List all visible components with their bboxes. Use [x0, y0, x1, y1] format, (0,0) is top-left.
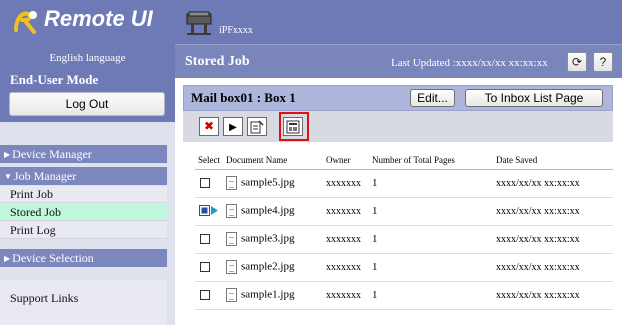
nav-device-manager[interactable]: ▶ Device Manager: [0, 145, 167, 163]
file-icon: [226, 204, 237, 218]
col-document-name: Document Name: [223, 152, 323, 170]
refresh-button[interactable]: ⟳: [567, 52, 587, 72]
owner: xxxxxxx: [323, 253, 369, 282]
table-header-row: Select Document Name Owner Number of Tot…: [195, 152, 613, 170]
toolbar: ✖ ▶: [183, 111, 613, 142]
printer-icon: [186, 11, 212, 35]
remote-ui-logo-icon: [14, 11, 37, 34]
print-icon: ▶: [229, 122, 237, 133]
col-total-pages: Number of Total Pages: [369, 152, 493, 170]
owner: xxxxxxx: [323, 281, 369, 310]
nav-job-manager[interactable]: ▼ Job Manager: [0, 167, 167, 185]
mode-block: End-User Mode Log Out: [0, 68, 175, 122]
total-pages: 1: [369, 197, 493, 226]
row-checkbox[interactable]: [200, 234, 210, 245]
sidebar-item-print-job[interactable]: Print Job: [0, 186, 167, 203]
last-updated: Last Updated :xxxx/xx/xx xx:xx:xx: [391, 57, 548, 69]
document-name[interactable]: sample1.jpg: [241, 289, 294, 301]
edit-button[interactable]: Edit...: [410, 89, 455, 107]
date-saved: xxxx/xx/xx xx:xx:xx: [493, 253, 613, 282]
title-bar: Stored Job Last Updated :xxxx/xx/xx xx:x…: [175, 44, 622, 78]
top-bar: iPFxxxx: [175, 0, 622, 44]
table-row[interactable]: sample1.jpg xxxxxxx 1 xxxx/xx/xx xx:xx:x…: [195, 281, 613, 310]
page-title: Stored Job: [185, 54, 250, 69]
nav-job-manager-label: Job Manager: [13, 169, 77, 183]
owner: xxxxxxx: [323, 197, 369, 226]
table-row[interactable]: sample4.jpg xxxxxxx 1 xxxx/xx/xx xx:xx:x…: [195, 197, 613, 226]
file-icon: [226, 232, 237, 246]
col-owner: Owner: [323, 152, 369, 170]
date-saved: xxxx/xx/xx xx:xx:xx: [493, 281, 613, 310]
total-pages: 1: [369, 281, 493, 310]
row-checkbox[interactable]: [200, 178, 210, 189]
delete-button[interactable]: ✖: [199, 117, 219, 136]
document-name[interactable]: sample3.jpg: [241, 233, 294, 245]
table-row[interactable]: sample3.jpg xxxxxxx 1 xxxx/xx/xx xx:xx:x…: [195, 225, 613, 254]
highlight-frame: [279, 112, 309, 141]
owner: xxxxxxx: [323, 169, 369, 198]
date-saved: xxxx/xx/xx xx:xx:xx: [493, 225, 613, 254]
table-row[interactable]: sample2.jpg xxxxxxx 1 xxxx/xx/xx xx:xx:x…: [195, 253, 613, 282]
printer-name: iPFxxxx: [219, 25, 253, 36]
print-button[interactable]: ▶: [223, 117, 243, 136]
row-checkbox[interactable]: [200, 262, 210, 273]
document-name[interactable]: sample2.jpg: [241, 261, 294, 273]
box-header: Mail box01 : Box 1 Edit... To Inbox List…: [183, 85, 613, 111]
owner: xxxxxxx: [323, 225, 369, 254]
triangle-right-icon: ▶: [4, 150, 11, 159]
triangle-down-icon: ▼: [4, 172, 12, 181]
to-inbox-list-button[interactable]: To Inbox List Page: [465, 89, 603, 107]
support-area: Support Links: [0, 280, 167, 325]
col-select: Select: [195, 152, 223, 170]
edit-details-button[interactable]: [247, 117, 267, 136]
logout-button[interactable]: Log Out: [9, 92, 165, 116]
triangle-right-icon: ▶: [4, 254, 11, 263]
document-name[interactable]: sample4.jpg: [241, 205, 294, 217]
date-saved: xxxx/xx/xx xx:xx:xx: [493, 197, 613, 226]
nav-device-manager-label: Device Manager: [12, 147, 92, 161]
nav-device-selection-label: Device Selection: [12, 251, 94, 265]
sidebar-item-stored-job[interactable]: Stored Job: [0, 204, 167, 221]
col-date-saved: Date Saved: [493, 152, 613, 170]
date-saved: xxxx/xx/xx xx:xx:xx: [493, 169, 613, 198]
refresh-icon: ⟳: [571, 55, 583, 69]
file-icon: [226, 288, 237, 302]
logo-bar: Remote UI: [0, 0, 175, 44]
file-icon: [226, 176, 237, 190]
file-icon: [226, 260, 237, 274]
total-pages: 1: [369, 169, 493, 198]
sidebar: Remote UI English language End-User Mode…: [0, 0, 175, 325]
help-button[interactable]: ?: [593, 52, 613, 72]
nav-device-selection[interactable]: ▶ Device Selection: [0, 249, 167, 267]
total-pages: 1: [369, 253, 493, 282]
row-checkbox[interactable]: [200, 290, 210, 301]
selected-indicator-icon[interactable]: [199, 205, 219, 217]
table-row[interactable]: sample5.jpg xxxxxxx 1 xxxx/xx/xx xx:xx:x…: [195, 169, 613, 198]
document-name[interactable]: sample5.jpg: [241, 177, 294, 189]
document-table: Select Document Name Owner Number of Tot…: [195, 152, 613, 310]
total-pages: 1: [369, 225, 493, 254]
delete-icon: ✖: [203, 119, 215, 133]
language-link[interactable]: English language: [0, 44, 175, 68]
box-title: Mail box01 : Box 1: [191, 90, 296, 105]
mode-label: End-User Mode: [10, 72, 99, 87]
edit-details-icon: [250, 120, 264, 134]
sidebar-item-print-log[interactable]: Print Log: [0, 222, 167, 239]
support-links[interactable]: Support Links: [10, 291, 78, 306]
logo-text: Remote UI: [44, 6, 153, 31]
